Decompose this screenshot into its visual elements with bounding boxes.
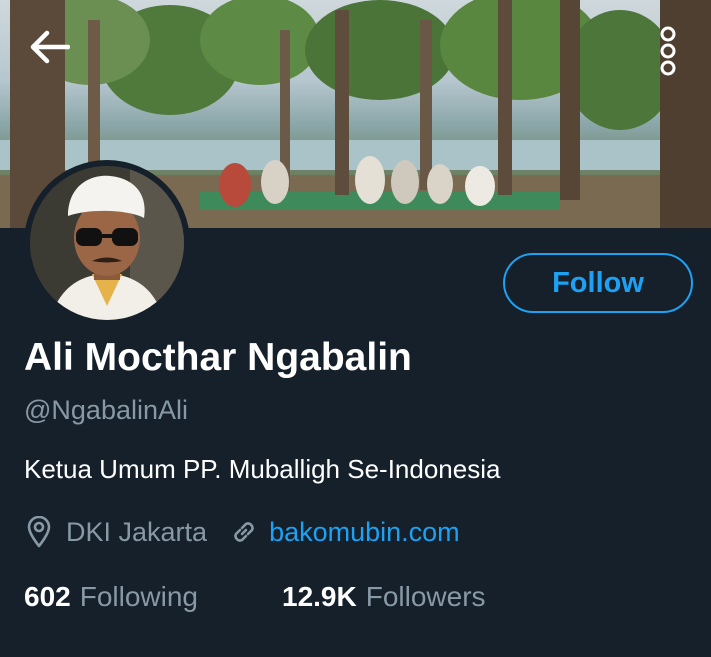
following-label: Following [79, 581, 198, 612]
profile-location: DKI Jakarta [66, 516, 208, 547]
user-handle: @NgabalinAli [24, 395, 188, 425]
location-pin-icon [24, 515, 54, 549]
profile-stats: 602 Following 12.9K Followers [24, 578, 486, 616]
arrow-left-icon [30, 30, 70, 64]
link-icon [229, 515, 259, 549]
more-options-button[interactable] [648, 24, 688, 80]
display-name: Ali Mocthar Ngabalin [24, 336, 412, 379]
followers-label: Followers [365, 581, 486, 612]
profile-meta: DKI Jakarta bakomubin.com [24, 514, 460, 550]
follow-button[interactable]: Follow [503, 253, 693, 313]
back-button[interactable] [30, 30, 82, 74]
following-count: 602 [24, 581, 71, 612]
followers-count: 12.9K [282, 581, 357, 612]
profile-avatar[interactable] [24, 160, 190, 326]
following-stat[interactable]: 602 Following [24, 581, 198, 613]
followers-stat[interactable]: 12.9K Followers [282, 581, 486, 613]
website-link[interactable]: bakomubin.com [269, 517, 460, 548]
more-vertical-icon [660, 26, 676, 76]
avatar-image [30, 166, 184, 320]
profile-bio: Ketua Umum PP. Muballigh Se-Indonesia [24, 454, 501, 484]
